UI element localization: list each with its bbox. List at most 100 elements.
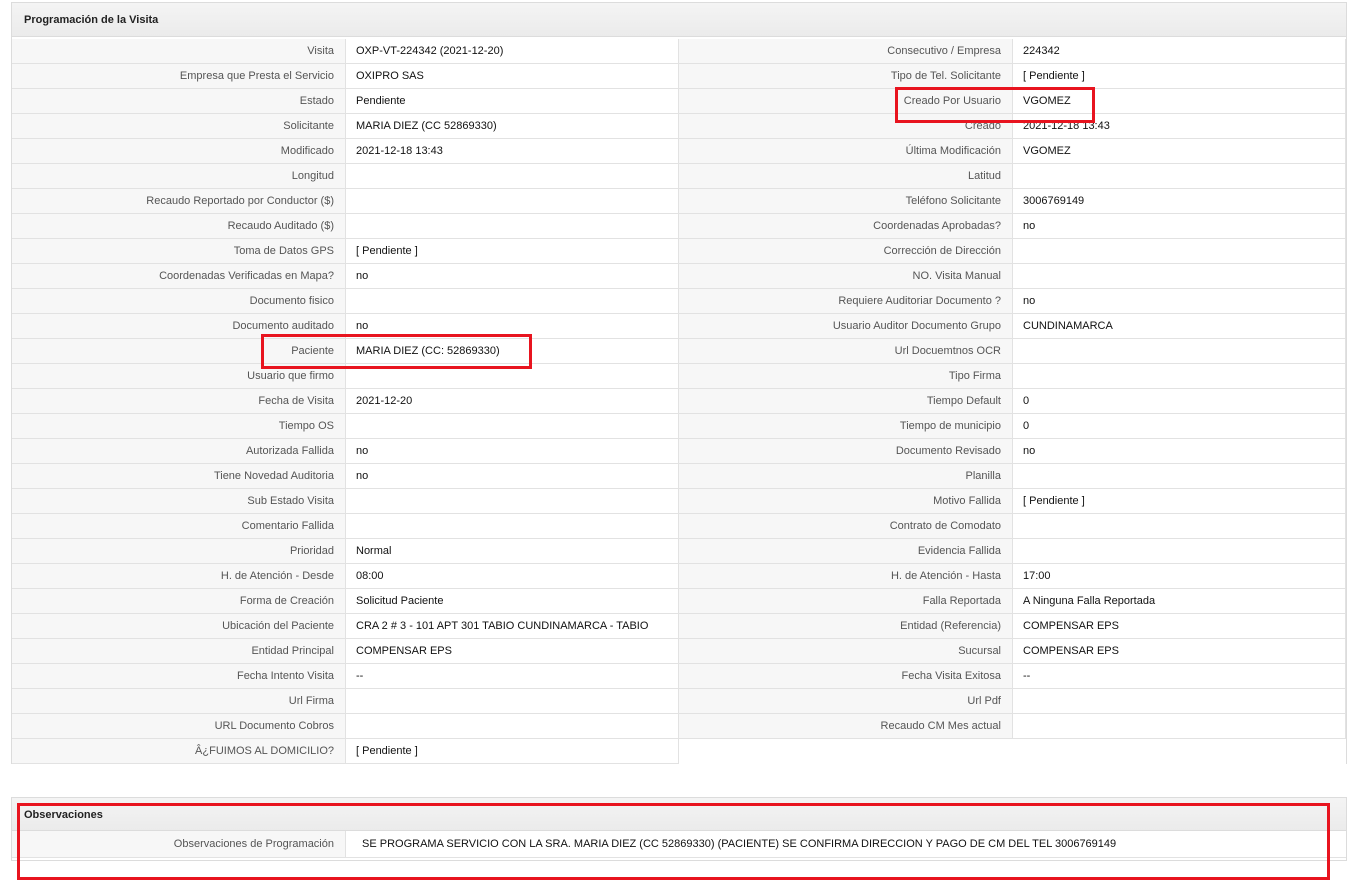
field-value: Normal [346, 539, 679, 564]
field-value: no [1013, 289, 1346, 314]
field-label: Tiene Novedad Auditoria [12, 464, 346, 489]
programacion-panel: Programación de la Visita Visita OXP-VT-2… [11, 2, 1347, 764]
observaciones-panel: Observaciones Observaciones de Programac… [11, 797, 1347, 861]
field-label: Modificado [12, 139, 346, 164]
field-value: 3006769149 [1013, 189, 1346, 214]
table-row: Â¿FUIMOS AL DOMICILIO?[ Pendiente ] [12, 739, 1346, 764]
field-label: Autorizada Fallida [12, 439, 346, 464]
table-row: Entidad Principal COMPENSAR EPS Sucursal CO… [12, 639, 1346, 664]
field-value [1013, 714, 1346, 739]
field-value: no [346, 439, 679, 464]
field-label: Requiere Auditoriar Documento ? [679, 289, 1013, 314]
table-row: Coordenadas Verificadas en Mapa? no NO. V… [12, 264, 1346, 289]
field-value: OXP-VT-224342 (2021-12-20) [346, 39, 679, 64]
field-label: Falla Reportada [679, 589, 1013, 614]
field-label: Evidencia Fallida [679, 539, 1013, 564]
table-row: Longitud Latitud [12, 164, 1346, 189]
field-value: VGOMEZ [1013, 139, 1346, 164]
field-value: MARIA DIEZ (CC 52869330) [346, 114, 679, 139]
field-label: Recaudo Reportado por Conductor ($) [12, 189, 346, 214]
programacion-title: Programación de la Visita [12, 3, 1346, 37]
field-label: Fecha Visita Exitosa [679, 664, 1013, 689]
field-value: 2021-12-20 [346, 389, 679, 414]
field-value [1013, 364, 1346, 389]
field-label: Tipo Firma [679, 364, 1013, 389]
field-label: Estado [12, 89, 346, 114]
table-row: Recaudo Auditado ($) Coordenadas Aprobada… [12, 214, 1346, 239]
field-label: Recaudo Auditado ($) [12, 214, 346, 239]
field-value: A Ninguna Falla Reportada [1013, 589, 1346, 614]
field-label: Url Pdf [679, 689, 1013, 714]
field-label: Toma de Datos GPS [12, 239, 346, 264]
field-label: Coordenadas Aprobadas? [679, 214, 1013, 239]
field-label: Tipo de Tel. Solicitante [679, 64, 1013, 89]
field-label: Usuario que firmo [12, 364, 346, 389]
observaciones-value: SE PROGRAMA SERVICIO CON LA SRA. MARIA D… [346, 831, 1346, 858]
table-row: Modificado 2021-12-18 13:43 Última Modific… [12, 139, 1346, 164]
table-row: Fecha de Visita 2021-12-20 Tiempo Default… [12, 389, 1346, 414]
observaciones-title: Observaciones [12, 798, 1346, 831]
table-row: Ubicación del Paciente CRA 2 # 3 - 101 AP… [12, 614, 1346, 639]
field-label: Documento auditado [12, 314, 346, 339]
field-label: Fecha de Visita [12, 389, 346, 414]
field-label: Fecha Intento Visita [12, 664, 346, 689]
field-label: Prioridad [12, 539, 346, 564]
field-label: Url Firma [12, 689, 346, 714]
field-value [346, 489, 679, 514]
field-label: Url Docuemtnos OCR [679, 339, 1013, 364]
field-value [1013, 164, 1346, 189]
field-value: [ Pendiente ] [346, 239, 679, 264]
field-value [1013, 264, 1346, 289]
field-value [346, 689, 679, 714]
field-value [1013, 339, 1346, 364]
table-row: Tiene Novedad Auditoria no Planilla [12, 464, 1346, 489]
field-value [346, 164, 679, 189]
table-row: Documento fisico Requiere Auditoriar Docu… [12, 289, 1346, 314]
field-label: Tiempo Default [679, 389, 1013, 414]
field-value [1013, 689, 1346, 714]
field-value [346, 364, 679, 389]
field-value: [ Pendiente ] [346, 739, 679, 764]
field-value [1013, 239, 1346, 264]
field-value: no [346, 314, 679, 339]
field-value: Pendiente [346, 89, 679, 114]
field-label: Latitud [679, 164, 1013, 189]
field-label: Planilla [679, 464, 1013, 489]
field-label: H. de Atención - Hasta [679, 564, 1013, 589]
field-label: Documento Revisado [679, 439, 1013, 464]
field-value: [ Pendiente ] [1013, 64, 1346, 89]
field-value [346, 189, 679, 214]
table-row: Tiempo OS Tiempo de municipio 0 [12, 414, 1346, 439]
field-value: VGOMEZ [1013, 89, 1346, 114]
field-value: 2021-12-18 13:43 [346, 139, 679, 164]
field-value [346, 289, 679, 314]
table-row: URL Documento Cobros Recaudo CM Mes actua… [12, 714, 1346, 739]
field-label: Tiempo de municipio [679, 414, 1013, 439]
table-row: Forma de Creación Solicitud Paciente Falla… [12, 589, 1346, 614]
field-label: Forma de Creación [12, 589, 346, 614]
table-row: Documento auditado no Usuario Auditor Doc… [12, 314, 1346, 339]
field-label: Sub Estado Visita [12, 489, 346, 514]
field-label: Creado Por Usuario [679, 89, 1013, 114]
field-value: OXIPRO SAS [346, 64, 679, 89]
field-label: Solicitante [12, 114, 346, 139]
field-label: Corrección de Dirección [679, 239, 1013, 264]
field-label: Coordenadas Verificadas en Mapa? [12, 264, 346, 289]
field-label: Comentario Fallida [12, 514, 346, 539]
field-label: Última Modificación [679, 139, 1013, 164]
field-value: 0 [1013, 414, 1346, 439]
table-row: H. de Atención - Desde 08:00 H. de Atenció… [12, 564, 1346, 589]
programacion-grid: Visita OXP-VT-224342 (2021-12-20) Consecut… [12, 39, 1346, 764]
field-label: Teléfono Solicitante [679, 189, 1013, 214]
field-label: Entidad (Referencia) [679, 614, 1013, 639]
field-label: Entidad Principal [12, 639, 346, 664]
field-label: Tiempo OS [12, 414, 346, 439]
field-value: CUNDINAMARCA [1013, 314, 1346, 339]
field-value [346, 714, 679, 739]
field-value: Solicitud Paciente [346, 589, 679, 614]
table-row: Visita OXP-VT-224342 (2021-12-20) Consecut… [12, 39, 1346, 64]
field-value: COMPENSAR EPS [346, 639, 679, 664]
field-value [346, 214, 679, 239]
field-value [346, 514, 679, 539]
field-label: Paciente [12, 339, 346, 364]
